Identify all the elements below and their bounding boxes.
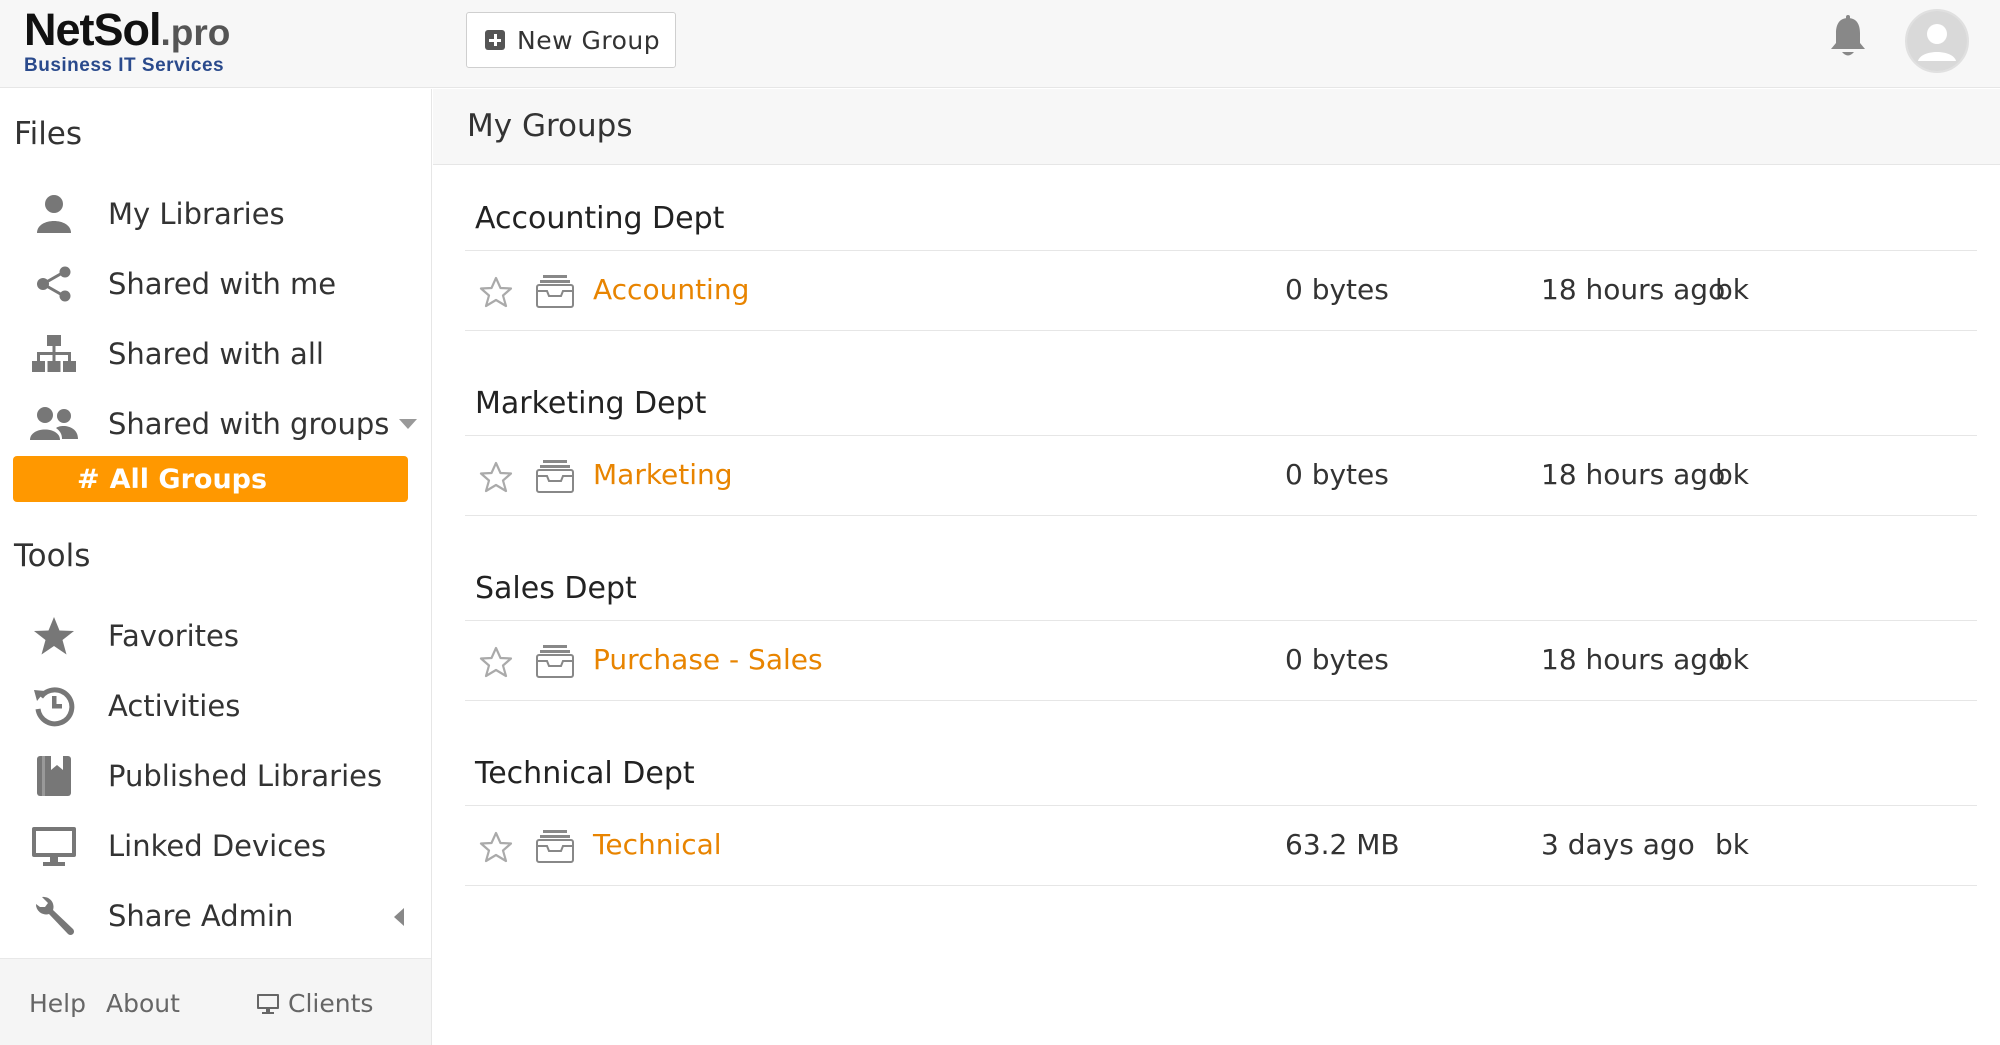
main-title-bar: My Groups xyxy=(433,89,2000,165)
group-title[interactable]: Marketing Dept xyxy=(465,362,1977,436)
sidebar-footer: Help About Clients xyxy=(0,958,431,1045)
library-owner: bk xyxy=(1715,458,1749,491)
sidebar-item-label: Shared with me xyxy=(108,267,337,301)
sidebar-item-label: Activities xyxy=(108,689,241,723)
brand-logo[interactable]: NetSol.pro Business IT Services xyxy=(24,6,230,76)
group-section: Sales Dept Purchase - Sales 0 bytes 18 h… xyxy=(465,547,1977,701)
logo-name-suffix: .pro xyxy=(160,12,231,53)
table-row[interactable]: Marketing 0 bytes 18 hours ago bk xyxy=(465,436,1977,516)
sidebar-item-label: Linked Devices xyxy=(108,829,327,863)
sidebar-item-share-admin[interactable]: Share Admin xyxy=(0,886,420,946)
group-section: Marketing Dept Marketing 0 bytes 18 hour… xyxy=(465,362,1977,516)
library-modified: 18 hours ago xyxy=(1541,643,1726,676)
monitor-icon xyxy=(28,820,80,872)
sidebar-item-shared-with-me[interactable]: Shared with me xyxy=(0,254,420,314)
library-owner: bk xyxy=(1715,273,1749,306)
library-name-link[interactable]: Purchase - Sales xyxy=(593,643,823,676)
logo-tagline: Business IT Services xyxy=(24,55,225,76)
table-row[interactable]: Accounting 0 bytes 18 hours ago bk xyxy=(465,251,1977,331)
sidebar-item-label: Published Libraries xyxy=(108,759,383,793)
share-icon xyxy=(28,258,80,310)
help-link[interactable]: Help xyxy=(29,989,86,1018)
sidebar: Files My Libraries Shared with me Shared… xyxy=(0,89,432,1045)
sidebar-item-label: Favorites xyxy=(108,619,239,653)
library-name-link[interactable]: Technical xyxy=(593,828,722,861)
page-title: My Groups xyxy=(467,108,633,144)
star-outline-icon[interactable] xyxy=(479,646,513,678)
sidebar-item-my-libraries[interactable]: My Libraries xyxy=(0,184,420,244)
library-icon xyxy=(535,641,575,681)
chevron-left-icon[interactable] xyxy=(394,908,404,926)
library-owner: bk xyxy=(1715,643,1749,676)
sidebar-item-activities[interactable]: Activities xyxy=(0,676,420,736)
bell-icon[interactable] xyxy=(1828,14,1868,60)
top-header: NetSol.pro Business IT Services New Grou… xyxy=(0,0,2000,88)
sidebar-item-label: All Groups xyxy=(109,463,268,495)
library-modified: 18 hours ago xyxy=(1541,458,1726,491)
group-section: Accounting Dept Accounting 0 bytes 18 ho… xyxy=(465,177,1977,331)
new-group-label: New Group xyxy=(517,25,661,55)
table-row[interactable]: Purchase - Sales 0 bytes 18 hours ago bk xyxy=(465,621,1977,701)
sidebar-item-shared-with-groups[interactable]: Shared with groups xyxy=(0,394,420,454)
monitor-icon xyxy=(257,993,279,1014)
chevron-down-icon[interactable] xyxy=(399,419,418,429)
library-size: 0 bytes xyxy=(1285,458,1389,491)
library-modified: 18 hours ago xyxy=(1541,273,1726,306)
library-modified: 3 days ago xyxy=(1541,828,1695,861)
history-icon xyxy=(28,680,80,732)
library-icon xyxy=(535,826,575,866)
table-row[interactable]: Technical 63.2 MB 3 days ago bk xyxy=(465,806,1977,886)
group-title[interactable]: Technical Dept xyxy=(465,732,1977,806)
user-avatar[interactable] xyxy=(1905,9,1969,73)
clients-label: Clients xyxy=(288,989,374,1018)
sidebar-item-all-groups[interactable]: # All Groups xyxy=(13,456,408,502)
library-owner: bk xyxy=(1715,828,1749,861)
star-outline-icon[interactable] xyxy=(479,831,513,863)
sidebar-item-favorites[interactable]: Favorites xyxy=(0,606,420,666)
new-group-button[interactable]: New Group xyxy=(466,12,676,68)
sidebar-item-label: Shared with all xyxy=(108,337,324,371)
library-icon xyxy=(535,456,575,496)
logo-text: NetSol.pro xyxy=(24,6,230,57)
person-icon xyxy=(28,188,80,240)
group-section: Technical Dept Technical 63.2 MB 3 days … xyxy=(465,732,1977,886)
clients-link[interactable]: Clients xyxy=(256,989,373,1018)
star-outline-icon[interactable] xyxy=(479,276,513,308)
library-icon xyxy=(535,271,575,311)
sidebar-item-linked-devices[interactable]: Linked Devices xyxy=(0,816,420,876)
library-size: 0 bytes xyxy=(1285,273,1389,306)
tools-heading: Tools xyxy=(14,538,91,574)
library-size: 63.2 MB xyxy=(1285,828,1400,861)
main-content: My Groups Accounting Dept Accounting 0 b… xyxy=(433,89,2000,1045)
about-link[interactable]: About xyxy=(106,989,180,1018)
group-title[interactable]: Accounting Dept xyxy=(465,177,1977,251)
sidebar-item-label: Share Admin xyxy=(108,899,294,933)
logo-name-main: NetSol xyxy=(24,4,162,55)
plus-square-icon xyxy=(485,30,505,50)
star-outline-icon[interactable] xyxy=(479,461,513,493)
group-icon xyxy=(28,398,80,450)
star-icon xyxy=(28,610,80,662)
sidebar-item-label: My Libraries xyxy=(108,197,285,231)
hash-icon: # xyxy=(77,463,100,495)
group-title[interactable]: Sales Dept xyxy=(465,547,1977,621)
library-name-link[interactable]: Marketing xyxy=(593,458,733,491)
files-heading: Files xyxy=(14,116,83,152)
org-chart-icon xyxy=(28,328,80,380)
sidebar-item-published-libraries[interactable]: Published Libraries xyxy=(0,746,420,806)
sidebar-item-shared-with-all[interactable]: Shared with all xyxy=(0,324,420,384)
wrench-icon xyxy=(28,890,80,942)
sidebar-item-label: Shared with groups xyxy=(108,407,390,441)
library-name-link[interactable]: Accounting xyxy=(593,273,749,306)
library-size: 0 bytes xyxy=(1285,643,1389,676)
book-icon xyxy=(28,750,80,802)
